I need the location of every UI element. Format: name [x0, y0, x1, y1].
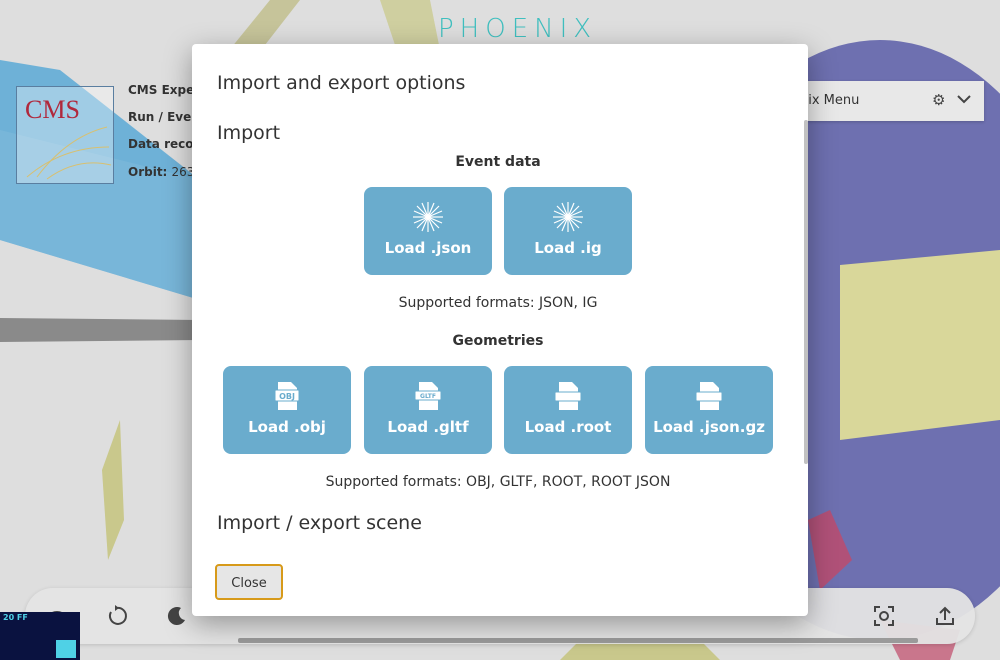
event-burst-icon — [553, 202, 583, 232]
load-gltf-label: Load .gltf — [387, 418, 469, 436]
geometry-formats-text: Supported formats: OBJ, GLTF, ROOT, ROOT… — [325, 474, 671, 490]
close-button[interactable]: Close — [215, 564, 283, 600]
obj-tag: OBJ — [279, 392, 295, 401]
load-ig-label: Load .ig — [534, 239, 602, 257]
fps-text: 20 FF — [3, 613, 28, 622]
rotate-view-icon[interactable] — [103, 602, 131, 630]
event-data-heading: Event data — [455, 154, 541, 170]
load-obj-button[interactable]: OBJ Load .obj — [223, 366, 351, 454]
import-export-dialog: Import and export options Import Event d… — [192, 44, 808, 616]
load-json-gz-label: Load .json.gz — [653, 418, 765, 436]
load-json-gz-button[interactable]: Load .json.gz — [645, 366, 773, 454]
file-icon — [695, 382, 723, 410]
load-gltf-button[interactable]: GLTF Load .gltf — [364, 366, 492, 454]
share-upload-icon[interactable] — [931, 602, 959, 630]
screenshot-icon[interactable] — [870, 602, 898, 630]
load-ig-button[interactable]: Load .ig — [504, 187, 632, 275]
obj-file-icon: OBJ — [274, 382, 300, 410]
load-root-button[interactable]: Load .root — [504, 366, 632, 454]
event-formats-text: Supported formats: JSON, IG — [398, 295, 598, 311]
gltf-file-icon: GLTF — [414, 382, 442, 410]
dialog-scrollbar[interactable] — [804, 120, 808, 464]
file-icon — [554, 382, 582, 410]
geometries-heading: Geometries — [452, 333, 544, 349]
load-json-button[interactable]: Load .json — [364, 187, 492, 275]
phoenix-logo: PHOENIX — [438, 14, 598, 44]
dark-mode-icon[interactable] — [163, 602, 191, 630]
load-obj-label: Load .obj — [248, 418, 326, 436]
gear-icon[interactable]: ⚙ — [932, 91, 945, 109]
phoenix-menu[interactable]: nix Menu ⚙ — [790, 81, 984, 121]
fps-graph — [56, 640, 76, 658]
gltf-tag: GLTF — [420, 393, 436, 400]
cms-orbit-label: Orbit: — [128, 165, 168, 179]
cms-logo: CMS — [16, 86, 114, 184]
cms-run-event: Run / Even — [128, 110, 200, 124]
fps-stats-panel: 20 FF — [0, 612, 80, 660]
horizontal-scrollbar[interactable] — [238, 638, 918, 643]
import-heading: Import — [217, 122, 281, 144]
load-json-label: Load .json — [384, 239, 472, 257]
load-root-label: Load .root — [524, 418, 612, 436]
chevron-down-icon[interactable] — [954, 89, 974, 109]
event-burst-icon — [413, 202, 443, 232]
phoenix-menu-label: nix Menu — [800, 93, 860, 108]
dialog-title: Import and export options — [217, 72, 466, 94]
cms-data-recorded: Data recor — [128, 137, 200, 151]
cms-orbit: Orbit: 2636 — [128, 165, 202, 179]
cms-experiment: CMS Exper — [128, 83, 201, 97]
import-export-scene-heading: Import / export scene — [217, 512, 422, 534]
